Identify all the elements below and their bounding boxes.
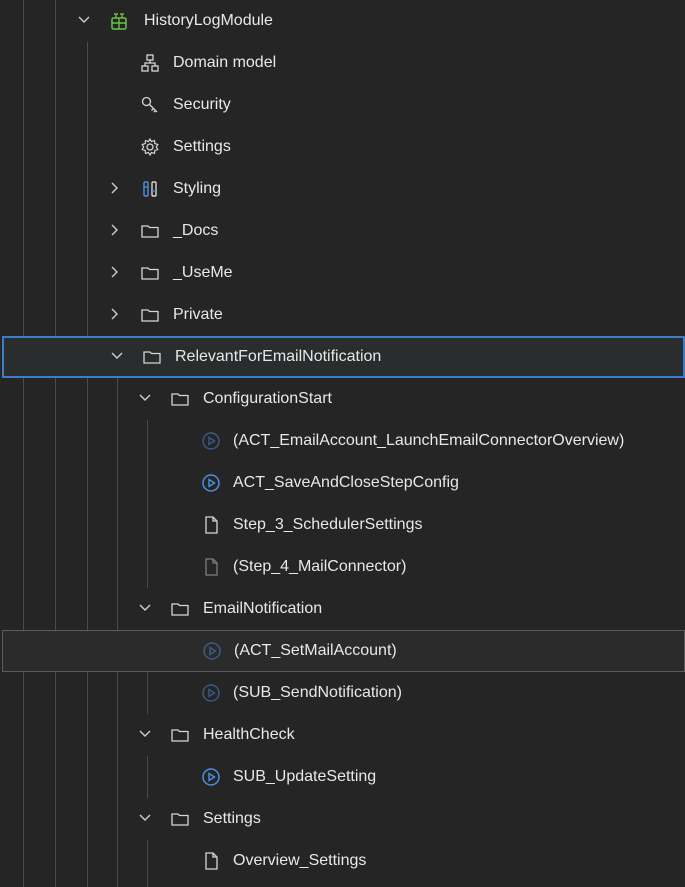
page-icon [205, 516, 218, 534]
folder-icon [171, 603, 189, 616]
chevron-down-icon[interactable] [138, 811, 152, 825]
tree-node-label: (ACT_EmailAccount_LaunchEmailConnectorOv… [233, 432, 625, 449]
tree-node-label: Settings [173, 138, 231, 155]
tree-node-page[interactable]: (Step_4_MailConnector) [0, 546, 685, 588]
tree-node-relevant-folder[interactable]: RelevantForEmailNotification [2, 336, 685, 378]
tree-node-label: EmailNotification [203, 600, 323, 617]
tree-node-label: Domain model [173, 54, 277, 71]
tree-node-label: SUB_UpdateSetting [233, 768, 377, 785]
folder-icon [141, 267, 159, 280]
tree-node-emailnotification-folder[interactable]: EmailNotification [0, 588, 685, 630]
tree-node-security[interactable]: Security [0, 84, 685, 126]
tree-node-label: Settings [203, 810, 261, 827]
chevron-right-icon[interactable] [108, 265, 122, 279]
tree-node-label: _Docs [173, 222, 219, 239]
folder-icon [141, 225, 159, 238]
tree-node-label: Overview_Settings [233, 852, 367, 869]
microflow-icon [202, 684, 220, 702]
folder-icon [143, 351, 161, 364]
tree-node-label: (ACT_SetMailAccount) [234, 642, 397, 659]
tree-node-label: _UseMe [173, 264, 233, 281]
microflow-icon [202, 474, 220, 492]
page-icon [205, 558, 218, 576]
tree-node-docs-folder[interactable]: _Docs [0, 210, 685, 252]
chevron-down-icon[interactable] [138, 727, 152, 741]
chevron-down-icon[interactable] [77, 13, 91, 27]
chevron-down-icon[interactable] [138, 391, 152, 405]
folder-icon [171, 729, 189, 742]
tree-node-microflow[interactable]: (ACT_EmailAccount_LaunchEmailConnectorOv… [0, 420, 685, 462]
tree-node-useme-folder[interactable]: _UseMe [0, 252, 685, 294]
tree-node-private-folder[interactable]: Private [0, 294, 685, 336]
tree-node-styling[interactable]: Styling [0, 168, 685, 210]
tree-node-label: ConfigurationStart [203, 390, 332, 407]
tree-node-microflow[interactable]: ACT_SaveAndCloseStepConfig [0, 462, 685, 504]
tree-node-microflow[interactable]: (SUB_SendNotification) [0, 672, 685, 714]
microflow-icon [202, 768, 220, 786]
folder-icon [141, 309, 159, 322]
tree-node-label: RelevantForEmailNotification [175, 348, 382, 365]
tree-node-configurationstart-folder[interactable]: ConfigurationStart [0, 378, 685, 420]
folder-icon [171, 813, 189, 826]
microflow-icon [202, 432, 220, 450]
key-icon [141, 96, 158, 113]
project-explorer-tree: HistoryLogModule Domain model Security S… [0, 0, 685, 887]
tree-node-label: HealthCheck [203, 726, 295, 743]
chevron-right-icon[interactable] [108, 181, 122, 195]
tree-node-settings-folder[interactable]: Settings [0, 798, 685, 840]
tree-node-label: Step_3_SchedulerSettings [233, 516, 423, 533]
chevron-down-icon[interactable] [138, 601, 152, 615]
tree-node-page[interactable]: Step_3_SchedulerSettings [0, 504, 685, 546]
tree-node-label: Styling [173, 180, 222, 197]
tree-node-settings[interactable]: Settings [0, 126, 685, 168]
chevron-down-icon[interactable] [110, 349, 124, 363]
tree-node-label: Private [173, 306, 223, 323]
chevron-right-icon[interactable] [108, 307, 122, 321]
tree-node-domain-model[interactable]: Domain model [0, 42, 685, 84]
styling-icon [143, 181, 157, 197]
tree-node-page[interactable]: Overview_Settings [0, 840, 685, 882]
gear-icon [141, 137, 159, 157]
tree-node-label: Security [173, 96, 231, 113]
tree-node-label: (SUB_SendNotification) [233, 684, 402, 701]
tree-node-label: (Step_4_MailConnector) [233, 558, 407, 575]
tree-node-label: ACT_SaveAndCloseStepConfig [233, 474, 459, 491]
folder-icon [171, 393, 189, 406]
tree-node-healthcheck-folder[interactable]: HealthCheck [0, 714, 685, 756]
tree-node-label: HistoryLogModule [144, 12, 273, 29]
tree-node-module[interactable]: HistoryLogModule [0, 0, 685, 42]
microflow-icon [203, 642, 221, 660]
page-icon [205, 852, 218, 870]
module-icon [111, 13, 127, 30]
domain-model-icon [141, 54, 159, 72]
tree-node-microflow[interactable]: (ACT_SetMailAccount) [2, 630, 685, 672]
tree-node-microflow[interactable]: SUB_UpdateSetting [0, 756, 685, 798]
chevron-right-icon[interactable] [108, 223, 122, 237]
